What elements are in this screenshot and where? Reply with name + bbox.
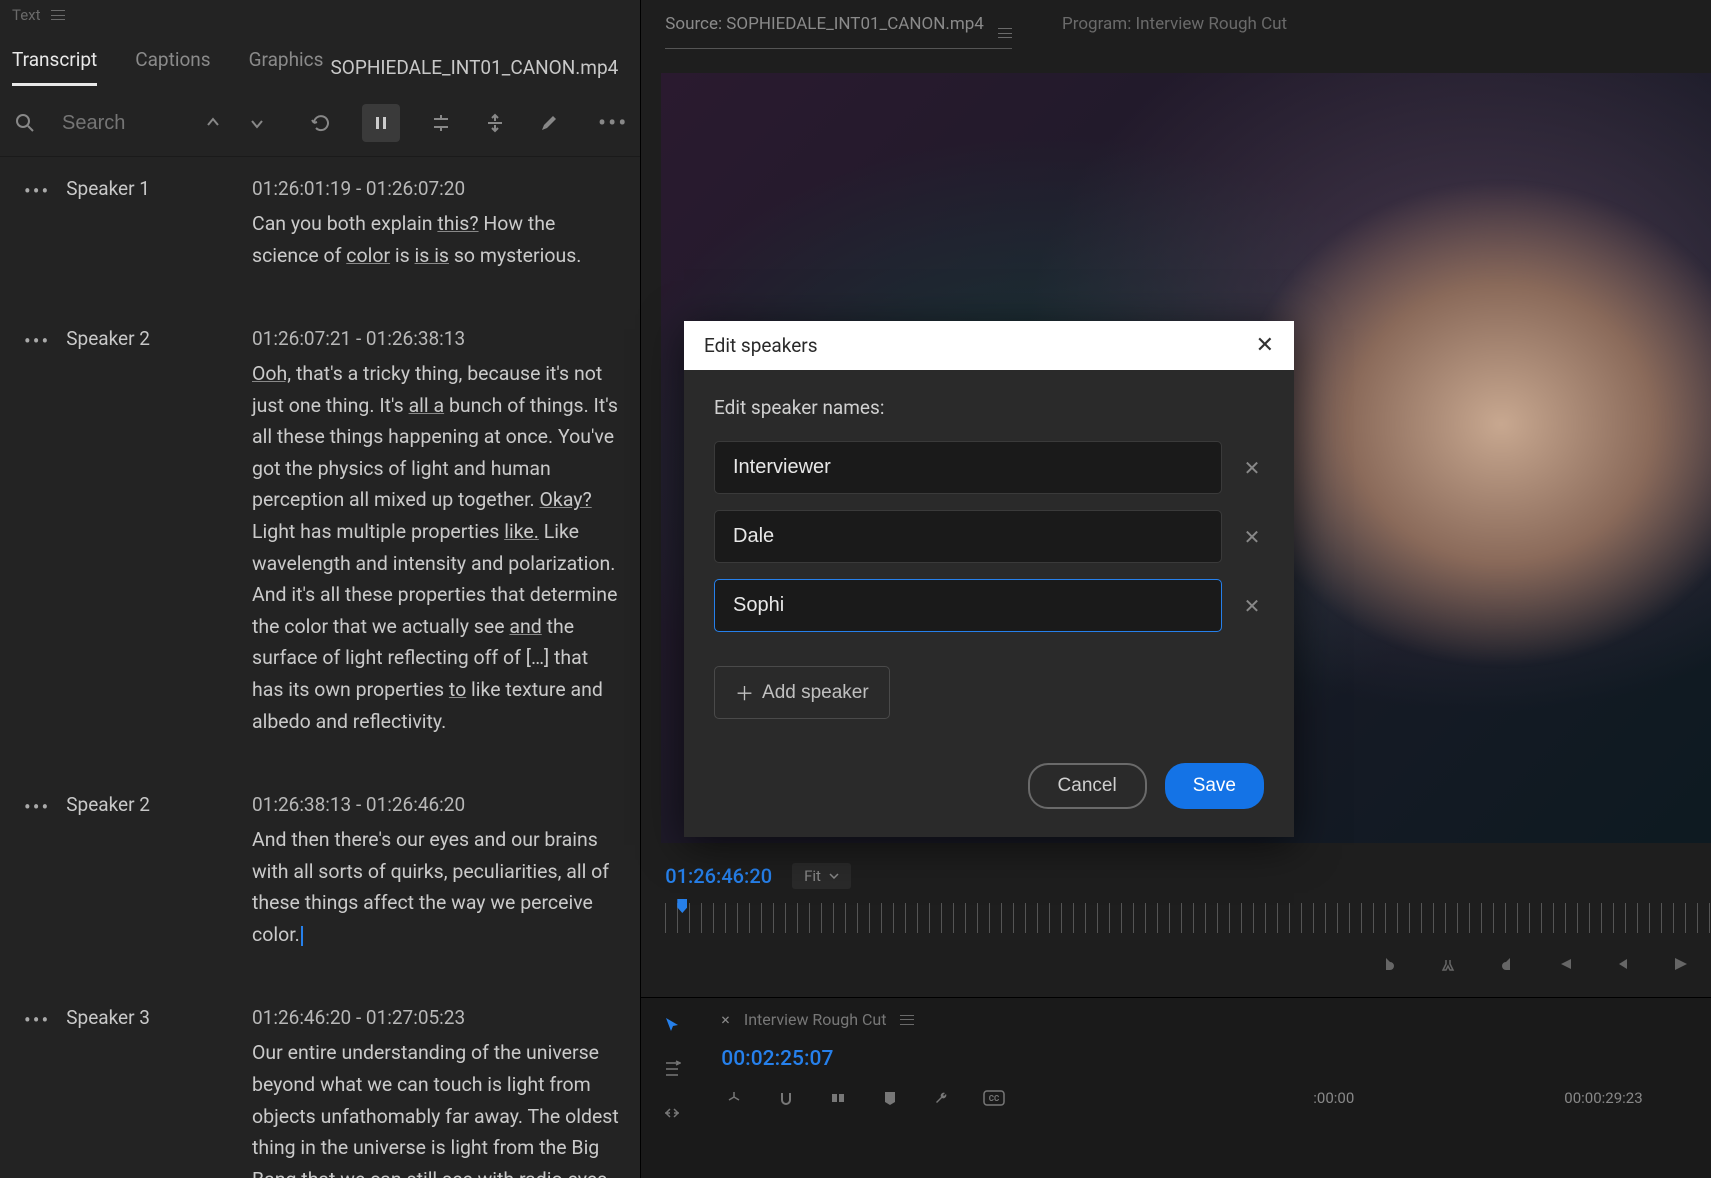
sequence-name[interactable]: Interview Rough Cut — [744, 1010, 887, 1029]
timeline-timecode[interactable]: 00:02:25:07 — [721, 1047, 1711, 1071]
speaker-rows: ✕ ✕ ✕ — [714, 441, 1264, 632]
zoom-fit-select[interactable]: Fit — [792, 863, 851, 889]
segment-timecode: 01:26:46:20 - 01:27:05:23 — [252, 1006, 622, 1029]
program-monitor-tab[interactable]: Program: Interview Rough Cut — [1062, 14, 1287, 49]
tab-graphics[interactable]: Graphics — [249, 48, 324, 86]
segment-menu-icon[interactable]: ••• — [24, 1008, 50, 1032]
ruler-label: :00:00 — [1313, 1089, 1354, 1107]
prev-result-icon[interactable] — [200, 110, 226, 136]
merge-down-icon[interactable] — [482, 110, 508, 136]
add-speaker-button[interactable]: ＋ Add speaker — [714, 666, 890, 719]
plus-icon: ＋ — [735, 679, 754, 706]
source-monitor-tab[interactable]: Source: SOPHIEDALE_INT01_CANON.mp4 — [665, 14, 1012, 49]
segment-timecode: 01:26:01:19 - 01:26:07:20 — [252, 177, 622, 200]
pause-segments-icon[interactable] — [362, 104, 400, 142]
magnet-icon[interactable] — [773, 1085, 799, 1111]
panel-title: Text — [12, 6, 41, 24]
timeline-panel: × Interview Rough Cut 00:02:25:07 CC :00… — [641, 997, 1711, 1178]
dialog-title: Edit speakers — [704, 334, 818, 357]
segment-menu-icon[interactable]: ••• — [24, 179, 50, 203]
timeline-tools — [641, 998, 703, 1178]
mark-in-icon[interactable] — [1377, 951, 1403, 977]
step-back-icon[interactable] — [1609, 951, 1635, 977]
clip-filename: SOPHIEDALE_INT01_CANON.mp4 — [330, 56, 628, 79]
search-icon[interactable] — [12, 110, 38, 136]
speaker-label[interactable]: Speaker 2 — [66, 793, 150, 816]
search-input[interactable] — [62, 112, 182, 135]
segment-timecode: 01:26:38:13 - 01:26:46:20 — [252, 793, 622, 816]
edit-speakers-dialog: Edit speakers ✕ Edit speaker names: ✕ ✕ … — [684, 321, 1294, 837]
timeline-tabs: × Interview Rough Cut — [721, 1010, 1711, 1047]
wrench-icon[interactable] — [929, 1085, 955, 1111]
ruler-label: 00:00:29:23 — [1564, 1089, 1642, 1107]
panel-menu-icon[interactable] — [51, 10, 65, 20]
segment-text[interactable]: Can you both explain this? How the scien… — [252, 208, 622, 271]
merge-up-icon[interactable] — [428, 110, 454, 136]
remove-speaker-icon[interactable]: ✕ — [1240, 525, 1264, 549]
speaker-name-input[interactable] — [714, 441, 1222, 494]
refresh-icon[interactable] — [308, 110, 334, 136]
snap-icon[interactable] — [721, 1085, 747, 1111]
transcript-segment[interactable]: ••• Speaker 2 01:26:07:21 - 01:26:38:13 Ooh… — [24, 327, 622, 737]
segment-menu-icon[interactable]: ••• — [24, 795, 50, 819]
speaker-label[interactable]: Speaker 2 — [66, 327, 150, 350]
timeline-menu-icon[interactable] — [900, 1015, 914, 1025]
transcript-list[interactable]: ••• Speaker 1 01:26:01:19 - 01:26:07:20 Can… — [0, 157, 640, 1178]
text-panel: Text Transcript Captions Graphics SOPHIE… — [0, 0, 641, 1178]
tab-captions[interactable]: Captions — [135, 48, 210, 86]
speaker-name-input[interactable] — [714, 579, 1222, 632]
speaker-label[interactable]: Speaker 1 — [66, 177, 150, 200]
monitor-ruler[interactable] — [665, 903, 1711, 933]
linked-selection-icon[interactable] — [825, 1085, 851, 1111]
save-button[interactable]: Save — [1165, 763, 1264, 809]
edit-pencil-icon[interactable] — [536, 110, 562, 136]
mark-clip-icon[interactable] — [1493, 951, 1519, 977]
track-select-icon[interactable] — [659, 1056, 685, 1082]
segment-timecode: 01:26:07:21 - 01:26:38:13 — [252, 327, 622, 350]
mark-out-icon[interactable] — [1435, 951, 1461, 977]
source-menu-icon[interactable] — [998, 28, 1012, 38]
segment-text[interactable]: Our entire understanding of the universe… — [252, 1037, 622, 1178]
remove-speaker-icon[interactable]: ✕ — [1240, 594, 1264, 618]
svg-text:CC: CC — [989, 1094, 999, 1103]
close-sequence-icon[interactable]: × — [721, 1010, 730, 1029]
more-options-icon[interactable]: ••• — [598, 109, 628, 137]
tab-transcript[interactable]: Transcript — [12, 48, 97, 86]
remove-speaker-icon[interactable]: ✕ — [1240, 456, 1264, 480]
monitor-timecode[interactable]: 01:26:46:20 — [665, 864, 772, 888]
transcript-segment[interactable]: ••• Speaker 2 01:26:38:13 - 01:26:46:20 And… — [24, 793, 622, 950]
play-icon[interactable] — [1667, 951, 1693, 977]
transport-controls — [665, 941, 1711, 987]
marker-icon[interactable] — [877, 1085, 903, 1111]
transcript-toolbar: ••• — [0, 86, 640, 157]
speaker-name-input[interactable] — [714, 510, 1222, 563]
segment-text[interactable]: Ooh, that's a tricky thing, because it's… — [252, 358, 622, 737]
cc-icon[interactable]: CC — [981, 1085, 1007, 1111]
timeline-toolbar: CC :00:00 00:00:29:23 00:00:59:22 — [721, 1085, 1711, 1111]
panel-title-bar: Text — [0, 0, 640, 28]
transcript-segment[interactable]: ••• Speaker 3 01:26:46:20 - 01:27:05:23 Our… — [24, 1006, 622, 1178]
segment-text[interactable]: And then there's our eyes and our brains… — [252, 824, 622, 950]
cancel-button[interactable]: Cancel — [1028, 763, 1147, 809]
next-result-icon[interactable] — [244, 110, 270, 136]
selection-tool-icon[interactable] — [659, 1012, 685, 1038]
close-icon[interactable]: ✕ — [1256, 333, 1274, 358]
ripple-tool-icon[interactable] — [659, 1100, 685, 1126]
monitor-controls: 01:26:46:20 Fit — [641, 843, 1711, 997]
go-to-in-icon[interactable] — [1551, 951, 1577, 977]
speaker-label[interactable]: Speaker 3 — [66, 1006, 150, 1029]
dialog-label: Edit speaker names: — [714, 396, 1264, 419]
transcript-segment[interactable]: ••• Speaker 1 01:26:01:19 - 01:26:07:20 Can… — [24, 177, 622, 271]
text-panel-tabs: Transcript Captions Graphics — [12, 48, 323, 86]
segment-menu-icon[interactable]: ••• — [24, 329, 50, 353]
